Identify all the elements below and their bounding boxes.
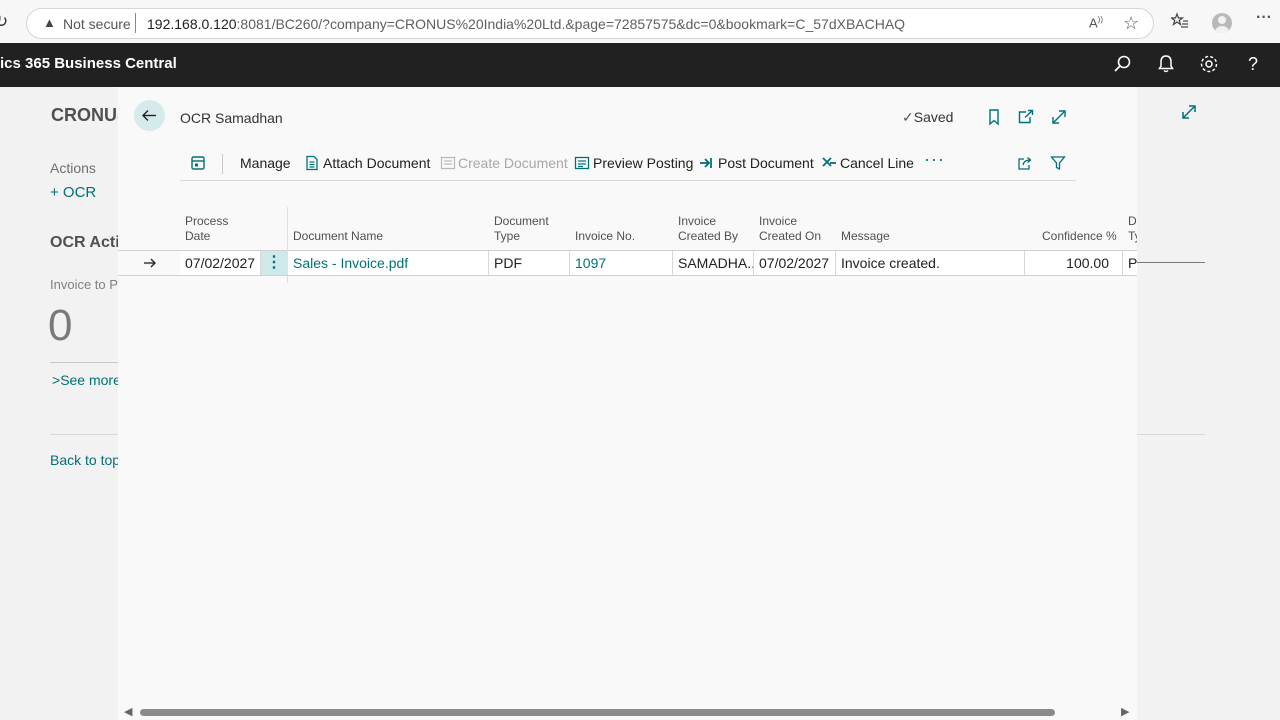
header-line: Ty [1128,229,1137,243]
action-bar: Manage Attach Document Create Document P… [180,145,1076,181]
see-more-link[interactable]: >See more [52,372,121,388]
preview-posting-icon[interactable] [574,155,590,171]
cell-document-name[interactable]: Sales - Invoice.pdf [288,251,489,275]
url-path[interactable]: :8081/BC260/?company=CRONUS%20India%20Lt… [237,16,906,32]
grid-header: Process Date Document Name Document Type I… [118,207,1137,283]
address-separator [135,13,136,33]
current-row-arrow-icon [142,255,158,271]
actions-label: Actions [50,160,96,176]
bookmark-icon[interactable] [985,108,1003,126]
gear-icon[interactable] [1196,51,1222,77]
scrollbar-thumb[interactable] [140,709,1055,716]
share-icon[interactable] [1017,155,1033,171]
post-document-button[interactable]: Post Document [718,155,814,171]
column-header-message[interactable]: Message [841,229,890,244]
save-status: ✓Saved [902,109,953,126]
header-line: Type [494,229,521,243]
search-icon[interactable] [1110,51,1136,77]
column-header-invoice-created-on[interactable]: Invoice Created On [759,214,821,244]
ocr-action-link[interactable]: + OCR [50,184,96,201]
cell-created-by[interactable]: SAMADHA... [673,251,754,275]
chevron-right-icon: > [52,372,61,388]
back-to-top-link[interactable]: Back to top [50,452,120,468]
column-header-document-name[interactable]: Document Name [293,229,383,244]
page-view-icon[interactable] [190,155,206,171]
header-line: Invoice [759,214,798,228]
app-bar: ics 365 Business Central ? [0,43,1280,87]
bell-icon[interactable] [1153,51,1179,77]
checkmark-icon: ✓ [902,109,914,125]
toolbar-separator [222,154,223,174]
cell-confidence[interactable]: 100.00 [1025,251,1123,275]
header-line: Document [494,214,549,228]
column-header-invoice-created-by[interactable]: Invoice Created By [678,214,738,244]
row-actions-icon[interactable]: ⋮ [261,251,287,275]
create-document-button: Create Document [458,155,568,171]
address-bar[interactable]: ▲ Not secure 192.168.0.120:8081/BC260/?c… [26,8,1154,39]
security-label[interactable]: Not secure [63,16,131,32]
column-header-confidence[interactable]: Confidence % [1042,229,1117,244]
scroll-left-icon[interactable]: ◀ [124,705,132,718]
arrow-left-icon [142,110,156,121]
more-options-icon[interactable]: ··· [924,149,945,170]
cell-message[interactable]: Invoice created. [836,251,1025,275]
attach-document-button[interactable]: Attach Document [323,155,430,171]
url-text[interactable]: 192.168.0.120:8081/BC260/?company=CRONUS… [147,16,905,32]
header-line: Created On [759,229,822,243]
attach-document-icon[interactable] [304,155,320,171]
post-document-icon[interactable] [699,155,715,171]
header-line: Date [185,229,211,243]
preview-posting-button[interactable]: Preview Posting [593,155,693,171]
header-line: Process [185,214,229,228]
cell-document-type[interactable]: PDF [489,251,570,275]
invoice-cue-value[interactable]: 0 [48,301,72,351]
header-line: Created By [678,229,739,243]
filter-icon[interactable] [1050,155,1066,171]
help-icon[interactable]: ? [1240,51,1266,77]
browser-menu-icon[interactable]: ··· [1256,9,1272,27]
expand-dialog-icon[interactable] [1050,108,1068,126]
create-document-icon [440,155,456,171]
header-line: Do [1128,214,1137,228]
open-new-window-icon[interactable] [1017,108,1035,126]
page-title: OCR Samadhan [180,110,283,126]
back-button[interactable] [134,100,165,131]
favorite-star-icon[interactable]: ☆ [1123,13,1139,34]
ocr-activities-heading: OCR Activ [50,234,129,251]
cell-extra-truncated[interactable]: P [1123,251,1137,275]
save-status-label: Saved [913,109,954,125]
scroll-right-icon[interactable]: ▶ [1121,705,1129,718]
warning-icon[interactable]: ▲ [43,15,56,30]
column-header-document-type[interactable]: Document Type [494,214,549,244]
cancel-line-button[interactable]: Cancel Line [840,155,914,171]
url-host[interactable]: 192.168.0.120 [147,16,237,32]
browser-toolbar: ↻ ▲ Not secure 192.168.0.120:8081/BC260/… [0,0,1280,43]
overflow-underline [1137,262,1205,263]
read-aloud-icon[interactable]: A)) [1089,15,1103,30]
ocr-samadhan-dialog: OCR Samadhan ✓Saved Manage Attach Docume… [118,87,1137,720]
cell-invoice-no[interactable]: 1097 [570,251,673,275]
invoice-cue-label: Invoice to Po [50,277,126,292]
column-header-process-date[interactable]: Process Date [185,214,228,244]
header-line: Invoice [678,214,717,228]
cancel-line-icon[interactable] [821,155,837,171]
table-row[interactable]: 07/02/2027 ⋮ Sales - Invoice.pdf PDF 109… [118,251,1137,276]
cell-created-on[interactable]: 07/02/2027 [754,251,836,275]
reload-icon[interactable]: ↻ [0,12,8,32]
expand-icon[interactable] [1178,101,1200,123]
column-header-doc-type-truncated[interactable]: DoTy [1128,214,1137,244]
cell-process-date[interactable]: 07/02/2027 [180,251,261,275]
profile-avatar[interactable] [1212,13,1232,33]
favorites-icon[interactable] [1169,12,1189,35]
app-title: ics 365 Business Central [0,55,177,72]
see-more-label: See more [60,372,121,388]
column-header-invoice-no[interactable]: Invoice No. [575,229,635,244]
manage-button[interactable]: Manage [240,155,291,171]
horizontal-scrollbar[interactable]: ◀ ▶ [118,704,1137,720]
